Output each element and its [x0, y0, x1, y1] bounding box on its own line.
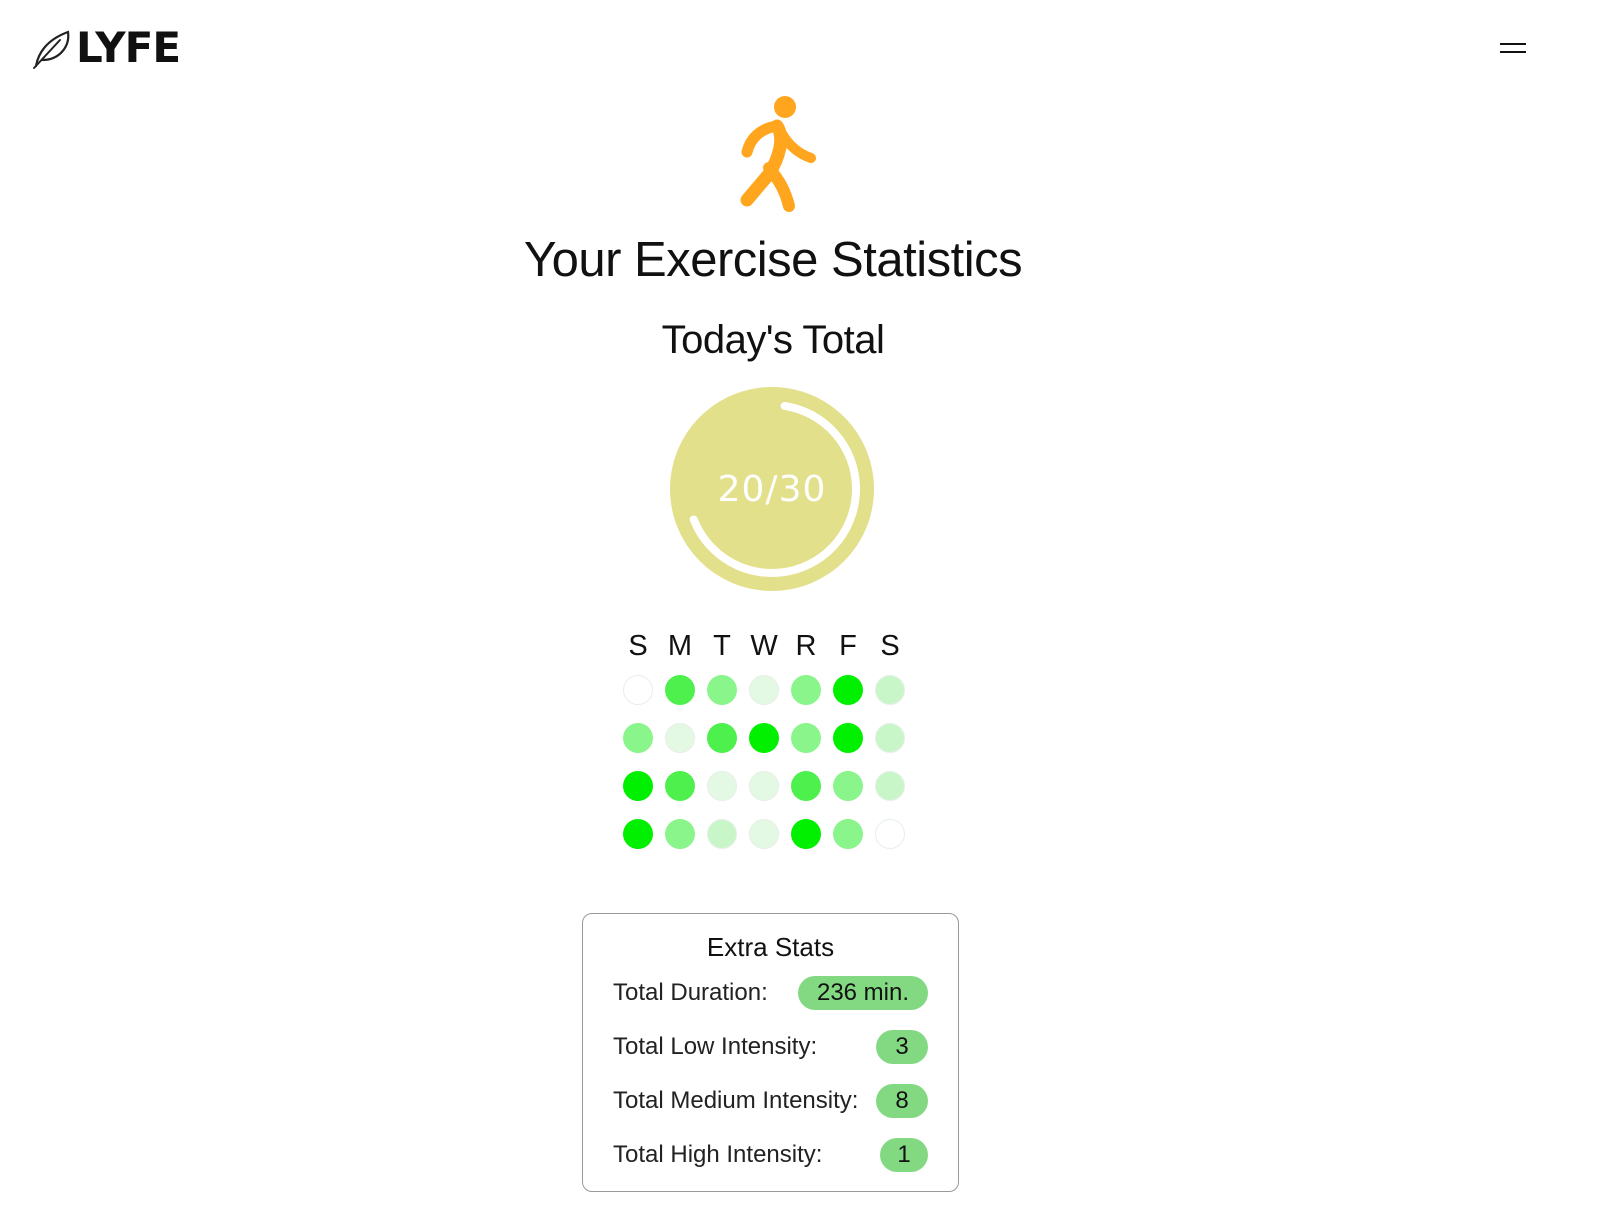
stat-row: Total Duration: 236 min. [613, 976, 928, 1010]
page-title: Your Exercise Statistics [523, 233, 1023, 287]
extra-stats-card: Extra Stats Total Duration: 236 min. Total… [582, 913, 959, 1192]
activity-dot [791, 771, 821, 801]
section-title-today: Today's Total [661, 318, 885, 362]
activity-dot [833, 771, 863, 801]
activity-dot [749, 771, 779, 801]
activity-dot [833, 819, 863, 849]
weekday-label: S [880, 630, 900, 662]
activity-dot [665, 771, 695, 801]
weekday-label: F [839, 630, 857, 662]
weekday-label: R [795, 630, 817, 662]
activity-dot [875, 723, 905, 753]
activity-dot [875, 819, 905, 849]
brand-logo[interactable]: LYFE [30, 23, 181, 72]
weekday-label: M [667, 630, 693, 662]
weekday-header: SMTWRFS [623, 630, 923, 666]
menu-line-bottom [1500, 51, 1526, 53]
activity-dot [833, 675, 863, 705]
weekday-label: S [628, 630, 648, 662]
activity-dot [707, 819, 737, 849]
activity-dot [749, 819, 779, 849]
activity-dot [707, 771, 737, 801]
activity-dot [623, 675, 653, 705]
activity-dot [623, 723, 653, 753]
hamburger-menu-icon[interactable] [1500, 40, 1528, 58]
activity-dot [665, 675, 695, 705]
activity-dot [791, 819, 821, 849]
stat-row: Total Medium Intensity: 8 [613, 1084, 928, 1118]
stat-value-badge: 8 [876, 1084, 928, 1118]
leaf-icon [33, 30, 70, 69]
activity-dot [791, 675, 821, 705]
extra-stats-title: Extra Stats [706, 932, 835, 962]
activity-dot [833, 723, 863, 753]
stat-row: Total Low Intensity: 3 [613, 1030, 928, 1064]
brand-name: LYFE [76, 23, 181, 72]
exercise-stats-page: LYFE Your Exercise Statistics Today's To… [0, 0, 1603, 1213]
progress-label: 20/30 [717, 468, 827, 510]
activity-dot [875, 771, 905, 801]
stat-label: Total Low Intensity: [613, 1033, 818, 1060]
activity-dot [791, 723, 821, 753]
stat-label: Total Duration: [613, 979, 768, 1006]
activity-grid [623, 675, 923, 875]
stat-value-badge: 236 min. [798, 976, 928, 1010]
activity-dot [749, 723, 779, 753]
activity-dot [665, 819, 695, 849]
activity-dot [707, 675, 737, 705]
stat-value-badge: 1 [880, 1138, 928, 1172]
weekday-label: W [750, 630, 778, 662]
activity-dot [623, 819, 653, 849]
activity-dot [623, 771, 653, 801]
activity-dot [707, 723, 737, 753]
activity-dot [749, 675, 779, 705]
weekday-label: T [713, 630, 731, 662]
stat-row: Total High Intensity: 1 [613, 1138, 928, 1172]
stat-label: Total Medium Intensity: [613, 1087, 859, 1114]
walking-person-icon [740, 96, 816, 212]
menu-line-top [1500, 43, 1526, 45]
stat-label: Total High Intensity: [613, 1141, 823, 1168]
activity-dot [665, 723, 695, 753]
stat-value-badge: 3 [876, 1030, 928, 1064]
activity-dot [875, 675, 905, 705]
